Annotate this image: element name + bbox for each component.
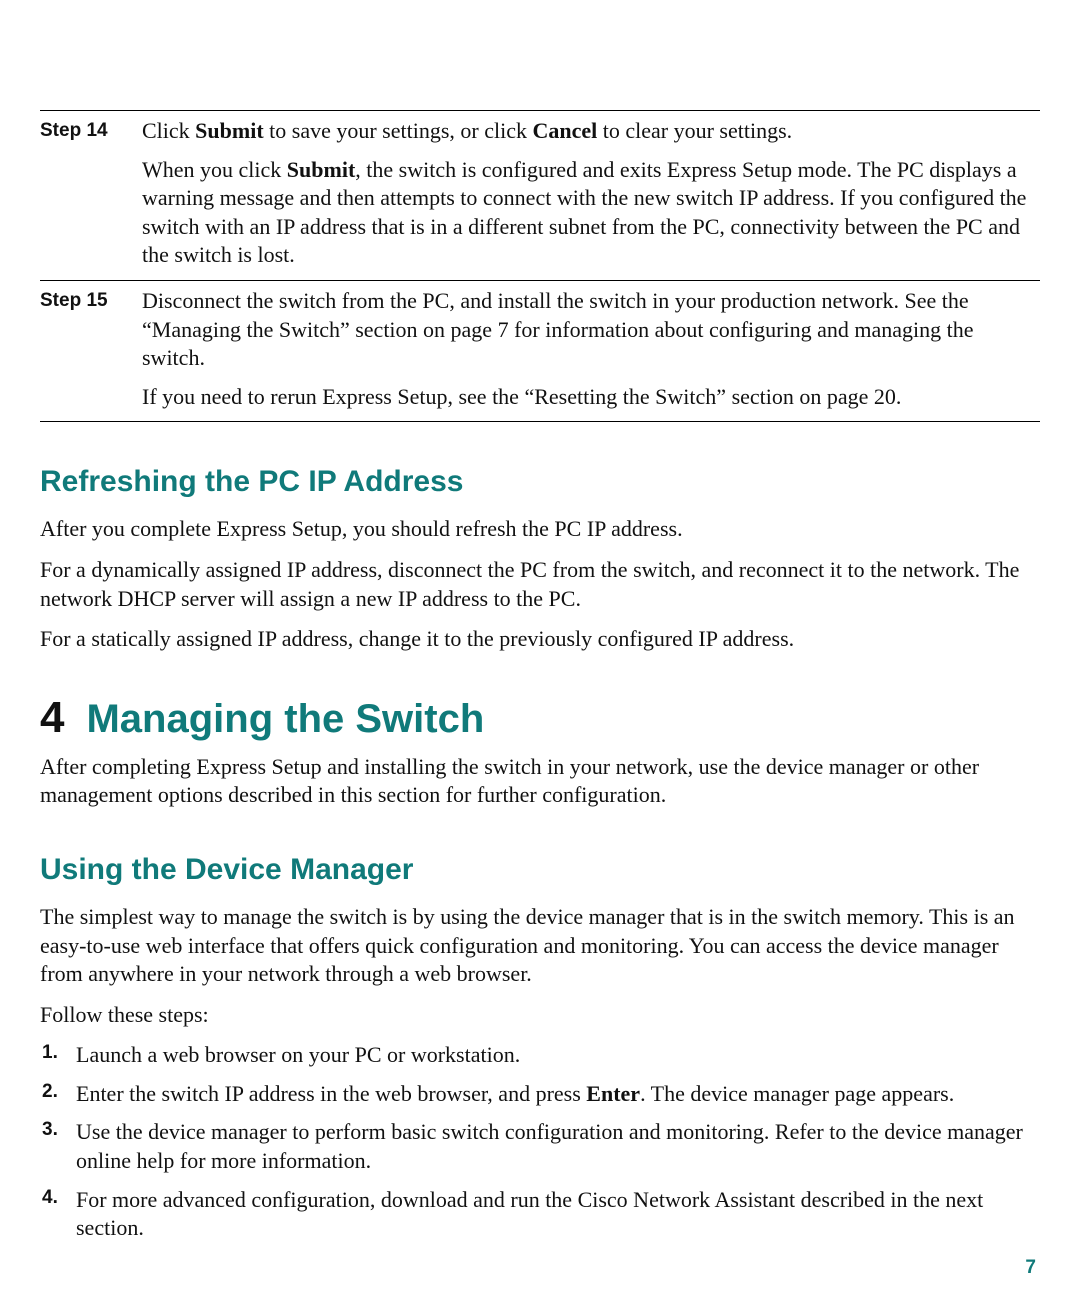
chapter-heading: 4 Managing the Switch: [40, 696, 1040, 741]
bold-text: Cancel: [533, 118, 598, 143]
step-15-row: Step 15 Disconnect the switch from the P…: [40, 280, 1040, 421]
text: When you click: [142, 157, 287, 182]
page-number: 7: [1025, 1256, 1036, 1281]
list-item: 1. Launch a web browser on your PC or wo…: [40, 1041, 1040, 1070]
list-number: 4.: [42, 1186, 58, 1211]
list-number: 1.: [42, 1041, 58, 1066]
list-text: Launch a web browser on your PC or works…: [76, 1042, 520, 1067]
device-manager-para-2: Follow these steps:: [40, 1001, 1040, 1030]
step-15-label: Step 15: [40, 281, 138, 421]
list-number: 3.: [42, 1118, 58, 1143]
step-14-para-2: When you click Submit, the switch is con…: [142, 156, 1036, 270]
device-manager-steps-list: 1. Launch a web browser on your PC or wo…: [40, 1041, 1040, 1243]
steps-table: Step 14 Click Submit to save your settin…: [40, 110, 1040, 422]
text: to save your settings, or click: [264, 118, 533, 143]
text: to clear your settings.: [597, 118, 792, 143]
list-text: Enter the switch IP address in the web b…: [76, 1081, 954, 1106]
text: Click: [142, 118, 195, 143]
step-14-label: Step 14: [40, 111, 138, 280]
device-manager-para-1: The simplest way to manage the switch is…: [40, 903, 1040, 989]
step-15-para-2: If you need to rerun Express Setup, see …: [142, 383, 1036, 412]
document-page: Step 14 Click Submit to save your settin…: [0, 0, 1080, 1311]
heading-device-manager: Using the Device Manager: [40, 850, 1040, 889]
refreshing-ip-para-2: For a dynamically assigned IP address, d…: [40, 556, 1040, 613]
chapter-number: 4: [40, 696, 64, 740]
refreshing-ip-para-1: After you complete Express Setup, you sh…: [40, 515, 1040, 544]
text: . The device manager page appears.: [640, 1081, 954, 1106]
list-item: 2. Enter the switch IP address in the we…: [40, 1080, 1040, 1109]
bold-text: Enter: [586, 1081, 640, 1106]
list-item: 3. Use the device manager to perform bas…: [40, 1118, 1040, 1175]
list-number: 2.: [42, 1080, 58, 1105]
chapter-title: Managing the Switch: [86, 697, 484, 741]
list-text: Use the device manager to perform basic …: [76, 1119, 1023, 1173]
list-text: For more advanced configuration, downloa…: [76, 1187, 983, 1241]
step-14-para-1: Click Submit to save your settings, or c…: [142, 117, 1036, 146]
list-item: 4. For more advanced configuration, down…: [40, 1186, 1040, 1243]
chapter-intro: After completing Express Setup and insta…: [40, 753, 1040, 810]
step-15-content: Disconnect the switch from the PC, and i…: [138, 281, 1040, 421]
bold-text: Submit: [287, 157, 355, 182]
bold-text: Submit: [195, 118, 263, 143]
refreshing-ip-para-3: For a statically assigned IP address, ch…: [40, 625, 1040, 654]
heading-refreshing-ip: Refreshing the PC IP Address: [40, 462, 1040, 501]
step-15-para-1: Disconnect the switch from the PC, and i…: [142, 287, 1036, 373]
step-14-row: Step 14 Click Submit to save your settin…: [40, 111, 1040, 280]
text: Enter the switch IP address in the web b…: [76, 1081, 586, 1106]
step-14-content: Click Submit to save your settings, or c…: [138, 111, 1040, 280]
